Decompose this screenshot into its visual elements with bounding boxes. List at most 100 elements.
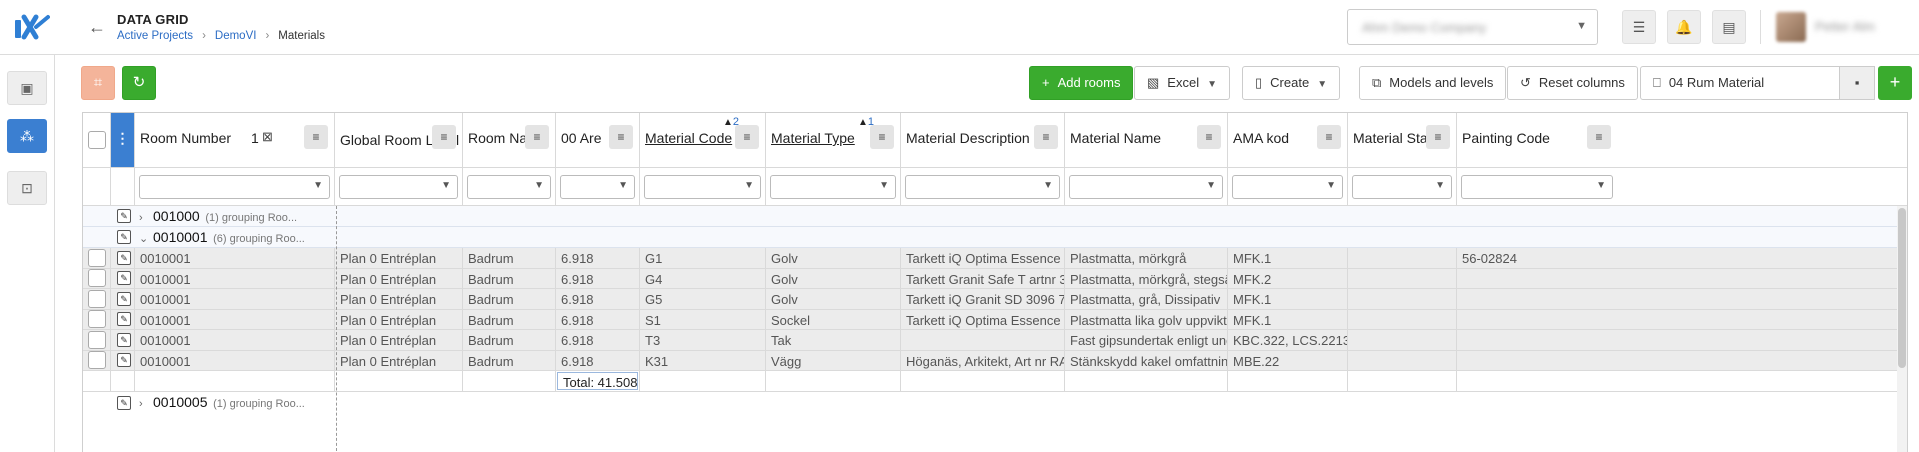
create-button[interactable]: ▯ Create ▼ [1242, 66, 1341, 100]
data-grid-icon[interactable]: ⁂ [7, 119, 47, 153]
column-menu-icon[interactable]: ≡ [735, 125, 759, 149]
edit-icon[interactable]: ✎ [117, 271, 131, 286]
edit-icon[interactable]: ✎ [117, 395, 131, 410]
column-menu-icon[interactable]: ≡ [525, 125, 549, 149]
breadcrumb-active-projects[interactable]: Active Projects [117, 30, 193, 42]
column-header-room-name[interactable]: Room Name ≡ [463, 113, 556, 167]
cubes-icon: ⧉ [1372, 75, 1382, 90]
table-row[interactable]: ✎ 0010001 Plan 0 Entréplan Badrum 6.918 … [83, 289, 1907, 310]
edit-icon[interactable]: ✎ [117, 291, 131, 306]
table-row[interactable]: ✎ 0010001 Plan 0 Entréplan Badrum 6.918 … [83, 350, 1907, 371]
saved-view-input[interactable]: ⎕ 04 Rum Material [1640, 66, 1840, 100]
column-header-global-room-level[interactable]: Global Room Level ≡ [335, 113, 463, 167]
column-menu-icon[interactable]: ≡ [870, 125, 894, 149]
column-menu-icon[interactable]: ≡ [1197, 125, 1221, 149]
filter-material-code[interactable]: ▼ [644, 175, 761, 199]
column-header-00-are[interactable]: 00 Are ≡ [556, 113, 640, 167]
chevron-down-icon: ▼ [1317, 79, 1328, 90]
column-menu-icon[interactable]: ≡ [304, 125, 328, 149]
chevron-right-icon: › [265, 30, 270, 42]
row-checkbox[interactable] [88, 310, 106, 329]
column-menu-icon[interactable]: ≡ [609, 125, 633, 149]
column-menu-icon[interactable]: ≡ [1317, 125, 1341, 149]
breadcrumb-project[interactable]: DemoVI [215, 30, 257, 42]
briefcase-icon[interactable]: ▣ [7, 71, 47, 105]
edit-icon[interactable]: ✎ [117, 209, 131, 223]
chevron-down-icon: ▼ [313, 180, 323, 191]
breadcrumb-current: Materials [278, 30, 325, 42]
kebab-menu-icon[interactable]: ⋮ [111, 130, 134, 147]
row-checkbox[interactable] [88, 351, 106, 370]
edit-icon[interactable]: ✎ [117, 332, 131, 347]
column-header-material-code[interactable]: Material Code ▲2 ≡ [640, 113, 766, 167]
row-checkbox[interactable] [88, 330, 106, 349]
edit-icon[interactable]: ✎ [117, 312, 131, 327]
add-rooms-button[interactable]: + Add rooms [1029, 66, 1134, 100]
company-select[interactable]: Ahm Demo Company ▼ [1347, 9, 1598, 45]
bell-icon[interactable]: 🔔 [1667, 10, 1701, 44]
edit-icon[interactable]: ✎ [117, 353, 131, 368]
group-row[interactable]: ✎ ⌄ 0010001 (6) grouping Roo... [83, 227, 1907, 248]
lock-icon[interactable]: ⊡ [7, 171, 47, 205]
column-header-material-type[interactable]: Material Type ▲1 ≡ [766, 113, 901, 167]
id-card-icon[interactable]: ▤ [1712, 10, 1746, 44]
filter-material-status[interactable]: ▼ [1352, 175, 1452, 199]
back-arrow-icon[interactable]: ← [86, 16, 108, 38]
column-header-material-status[interactable]: Material Status ≡ [1348, 113, 1457, 167]
table-row[interactable]: ✎ 0010001 Plan 0 Entréplan Badrum 6.918 … [83, 330, 1907, 351]
chevron-right-icon[interactable]: › [139, 212, 153, 224]
filter-material-type[interactable]: ▼ [770, 175, 896, 199]
select-all-checkbox[interactable] [88, 131, 106, 149]
reset-columns-button[interactable]: ↺ Reset columns [1507, 66, 1638, 100]
user-name[interactable]: Petter Alm [1815, 19, 1875, 34]
column-header-material-description[interactable]: Material Description ≡ [901, 113, 1065, 167]
column-header-room-number[interactable]: Room Number 1 ⊠ ≡ [135, 113, 335, 167]
table-row[interactable]: ✎ 0010001 Plan 0 Entréplan Badrum 6.918 … [83, 248, 1907, 269]
task-list-icon[interactable]: ☰ [1622, 10, 1656, 44]
column-header-painting-code[interactable]: Painting Code ≡ [1457, 113, 1617, 167]
column-header-ama-kod[interactable]: AMA kod ≡ [1228, 113, 1348, 167]
column-menu-icon[interactable]: ≡ [1034, 125, 1058, 149]
group-total-row: Total: 41.508 [83, 371, 1907, 392]
column-menu-icon[interactable]: ≡ [432, 125, 456, 149]
edit-icon[interactable]: ✎ [117, 250, 131, 265]
row-checkbox[interactable] [88, 289, 106, 308]
chevron-right-icon[interactable]: › [139, 398, 153, 410]
table-row[interactable]: ✎ 0010001 Plan 0 Entréplan Badrum 6.918 … [83, 309, 1907, 330]
models-levels-button[interactable]: ⧉ Models and levels [1359, 66, 1507, 100]
row-checkbox[interactable] [88, 269, 106, 288]
column-menu-icon[interactable]: ≡ [1587, 125, 1611, 149]
column-menu-icon[interactable]: ≡ [1426, 125, 1450, 149]
crop-icon[interactable]: ⌗ [81, 66, 115, 100]
file-icon: ▯ [1255, 75, 1263, 90]
filter-ama-kod[interactable]: ▼ [1232, 175, 1343, 199]
excel-button[interactable]: ▧ Excel ▼ [1134, 66, 1230, 100]
group-row[interactable]: ✎ › 0010005 (1) grouping Roo... [83, 392, 1907, 413]
refresh-icon[interactable]: ↻ [122, 66, 156, 100]
chevron-down-icon: ▼ [1596, 180, 1606, 191]
table-row[interactable]: ✎ 0010001 Plan 0 Entréplan Badrum 6.918 … [83, 268, 1907, 289]
ix-logo[interactable] [14, 14, 50, 40]
chevron-down-icon[interactable]: ⌄ [139, 232, 153, 245]
filter-painting-code[interactable]: ▼ [1461, 175, 1613, 199]
group-row[interactable]: ✎ › 001000 (1) grouping Roo... [83, 206, 1907, 227]
breadcrumb: Active Projects › DemoVI › Materials [117, 30, 325, 42]
add-view-icon[interactable]: + [1878, 66, 1912, 100]
vertical-scrollbar[interactable] [1897, 206, 1907, 452]
row-checkbox[interactable] [88, 248, 106, 267]
filter-room-number[interactable]: ▼ [139, 175, 330, 199]
scrollbar-thumb[interactable] [1898, 208, 1906, 368]
column-header-material-name[interactable]: Material Name ≡ [1065, 113, 1228, 167]
pin-icon[interactable]: ⊠ [262, 129, 273, 145]
filter-material-name[interactable]: ▼ [1069, 175, 1223, 199]
bookmark-icon: ⎕ [1653, 75, 1661, 90]
filter-00-are[interactable]: ▼ [560, 175, 635, 199]
filter-global-room-level[interactable]: ▼ [339, 175, 458, 199]
filter-room-name[interactable]: ▼ [467, 175, 551, 199]
avatar[interactable] [1776, 12, 1806, 42]
column-chooser[interactable]: ⋮ [111, 113, 135, 167]
chevron-down-icon: ▼ [879, 180, 889, 191]
filter-material-description[interactable]: ▼ [905, 175, 1060, 199]
save-view-icon[interactable]: ▪ [1839, 66, 1875, 100]
edit-icon[interactable]: ✎ [117, 230, 131, 244]
